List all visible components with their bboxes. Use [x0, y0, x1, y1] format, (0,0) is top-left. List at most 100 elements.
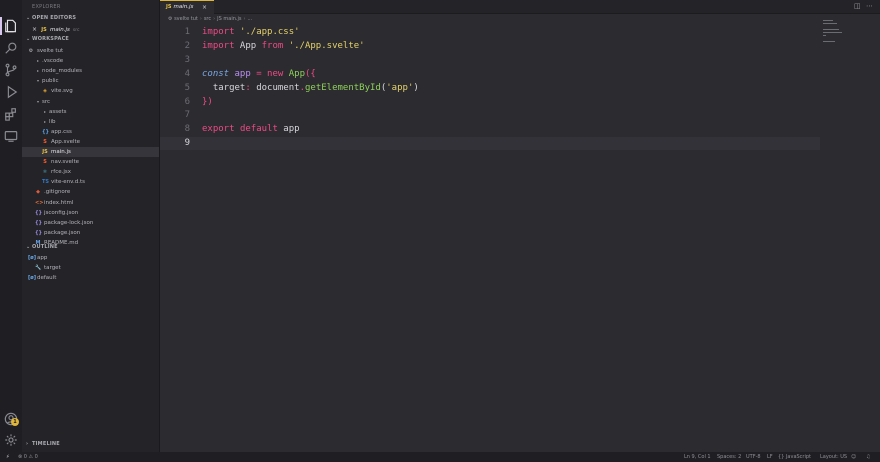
code-editor[interactable]: 1 import './app.css' 2 import App from './A… — [160, 24, 880, 452]
outline-section[interactable]: ⌄ OUTLINE — [26, 244, 58, 250]
file-tree-item[interactable]: ▾ public — [22, 76, 159, 86]
svelte-file-icon: S — [43, 138, 47, 145]
tab-main-js[interactable]: JS main.js × — [160, 0, 214, 14]
close-icon[interactable]: × — [32, 25, 39, 35]
code-token: import — [202, 40, 235, 51]
file-tree-item[interactable]: ⚛ rfce.jsx — [22, 167, 159, 177]
source-control-icon[interactable] — [4, 63, 18, 77]
file-tree-label: vite-env.d.ts — [51, 179, 86, 186]
code-token: App — [288, 68, 305, 79]
code-line[interactable]: 1 import './app.css' — [160, 26, 820, 39]
outline-item[interactable]: 🔧 target — [22, 263, 159, 273]
file-tree-label: jsconfig.json — [44, 209, 79, 216]
code-line[interactable]: 9 — [160, 137, 820, 151]
file-tree-label: rfce.jsx — [51, 169, 72, 176]
outline-item[interactable]: [ø]app — [22, 253, 159, 263]
search-icon[interactable] — [4, 41, 18, 55]
workspace-section[interactable]: ⌄ WORKSPACE — [26, 36, 69, 42]
end-of-line[interactable]: LF — [767, 452, 773, 462]
breadcrumb: ⚙ svelte tut › src › JS main.js ›... — [168, 16, 253, 22]
code-token: import — [202, 27, 235, 37]
extensions-icon[interactable] — [4, 107, 18, 121]
split-editor-icon[interactable]: ◫ — [854, 2, 861, 10]
code-line[interactable]: 6}) — [160, 96, 820, 109]
file-tree-item[interactable]: ▸ node_modules — [22, 66, 159, 76]
file-tree-label: main.js — [51, 149, 71, 155]
file-tree-label: lib — [49, 118, 56, 125]
file-tree-label: package-lock.json — [44, 219, 94, 226]
property-icon: 🔧 — [35, 265, 42, 272]
feedback-icon[interactable]: ☺ — [851, 452, 856, 462]
minimap[interactable] — [823, 20, 843, 46]
file-tree-item[interactable]: {} package-lock.json — [22, 218, 159, 228]
cursor-position[interactable]: Ln 9, Col 1 — [684, 452, 711, 462]
remote-explorer-icon[interactable] — [4, 129, 18, 143]
language-mode[interactable]: {} JavaScript — [778, 452, 811, 462]
file-tree-label: .gitignore — [44, 189, 71, 196]
file-tree-item[interactable]: TS vite-env.d.ts — [22, 177, 159, 187]
file-tree-item[interactable]: ◈ vite.svg — [22, 86, 159, 96]
line-number: 5 — [184, 82, 190, 93]
code-line[interactable]: 4 const app = new App({ — [160, 68, 820, 81]
code-line[interactable]: 8 export default app — [160, 123, 820, 136]
code-token: 'app' — [386, 82, 414, 93]
code-line[interactable]: 5 target: document.getElementById('app') — [160, 82, 820, 95]
file-tree-item[interactable]: {} app.css — [22, 127, 159, 137]
indentation[interactable]: Spaces: 2 — [717, 452, 741, 462]
file-tree-item[interactable]: {} jsconfig.json — [22, 208, 159, 218]
open-editor-item[interactable]: × JS main.js src — [22, 25, 159, 35]
line-number: 1 — [184, 27, 190, 37]
code-token: export — [202, 124, 235, 135]
outline-item[interactable]: [ø]default — [22, 273, 159, 283]
timeline-section[interactable]: › TIMELINE — [26, 441, 60, 447]
code-token: target — [202, 82, 246, 93]
code-text: export default app — [202, 123, 300, 136]
chevron-down-icon: ▾ — [36, 78, 39, 84]
file-tree-item[interactable]: ◆ .gitignore — [22, 187, 159, 197]
file-tree-item[interactable]: JS main.js — [22, 147, 159, 157]
code-line[interactable]: 2 import App from './App.svelte' — [160, 40, 820, 53]
tab-close-icon[interactable]: × — [202, 1, 207, 14]
breadcrumb-item[interactable]: ... — [247, 16, 252, 22]
js-file-icon: JS — [166, 4, 172, 10]
js-file-icon: JS — [42, 149, 48, 155]
run-debug-icon[interactable] — [4, 85, 18, 99]
file-tree-label: package.json — [44, 229, 81, 236]
keyboard-layout[interactable]: Layout: US — [820, 452, 847, 462]
file-tree-label: App.svelte — [51, 138, 81, 145]
breadcrumb-item[interactable]: svelte tut — [174, 16, 198, 22]
bell-icon[interactable]: ♫ — [866, 452, 870, 462]
file-tree-item[interactable]: S App.svelte — [22, 137, 159, 147]
status-bar: ⚡ ⊗ 0 ⚠ 0 Ln 9, Col 1 Spaces: 2 UTF-8 LF… — [0, 452, 880, 462]
file-tree-item[interactable]: ⚙ svelte tut — [22, 46, 159, 56]
file-tree-item[interactable]: ▾ src — [22, 97, 159, 107]
chevron-right-icon: ▸ — [43, 118, 46, 124]
code-line[interactable]: 3 — [160, 54, 820, 67]
editor-tab-bar: JS main.js × ◫ ⋯ — [160, 0, 880, 14]
line-number: 3 — [184, 54, 190, 65]
file-tree-item[interactable]: <>index.html — [22, 198, 159, 208]
code-token: app — [234, 68, 251, 79]
file-tree-item[interactable]: ▸ lib — [22, 117, 159, 127]
open-editors-section[interactable]: ⌄ OPEN EDITORS — [26, 15, 76, 21]
remote-icon[interactable]: ⚡ — [6, 452, 10, 462]
code-token: new — [267, 68, 284, 79]
encoding[interactable]: UTF-8 — [746, 452, 761, 462]
explorer-icon[interactable] — [4, 19, 18, 33]
problems-indicator[interactable]: ⊗ 0 ⚠ 0 — [18, 452, 38, 462]
breadcrumb-item[interactable]: JS main.js — [217, 16, 241, 22]
settings-gear-icon[interactable] — [4, 433, 18, 447]
code-line[interactable]: 7 — [160, 109, 820, 122]
breadcrumb-item[interactable]: src — [204, 16, 211, 22]
code-token: './app.css' — [239, 27, 300, 37]
file-tree-item[interactable]: Snav.svelte — [22, 157, 159, 167]
line-number: 4 — [184, 68, 190, 79]
more-actions-icon[interactable]: ⋯ — [866, 2, 873, 10]
file-tree-item[interactable]: {} package.json — [22, 228, 159, 238]
file-tree-item[interactable]: ▸ .vscode — [22, 56, 159, 66]
line-number: 7 — [184, 110, 190, 121]
chevron-down-icon: ▾ — [36, 98, 39, 104]
file-tree-item[interactable]: ▸ assets — [22, 107, 159, 117]
line-number: 6 — [184, 96, 190, 107]
active-indicator — [0, 17, 2, 35]
